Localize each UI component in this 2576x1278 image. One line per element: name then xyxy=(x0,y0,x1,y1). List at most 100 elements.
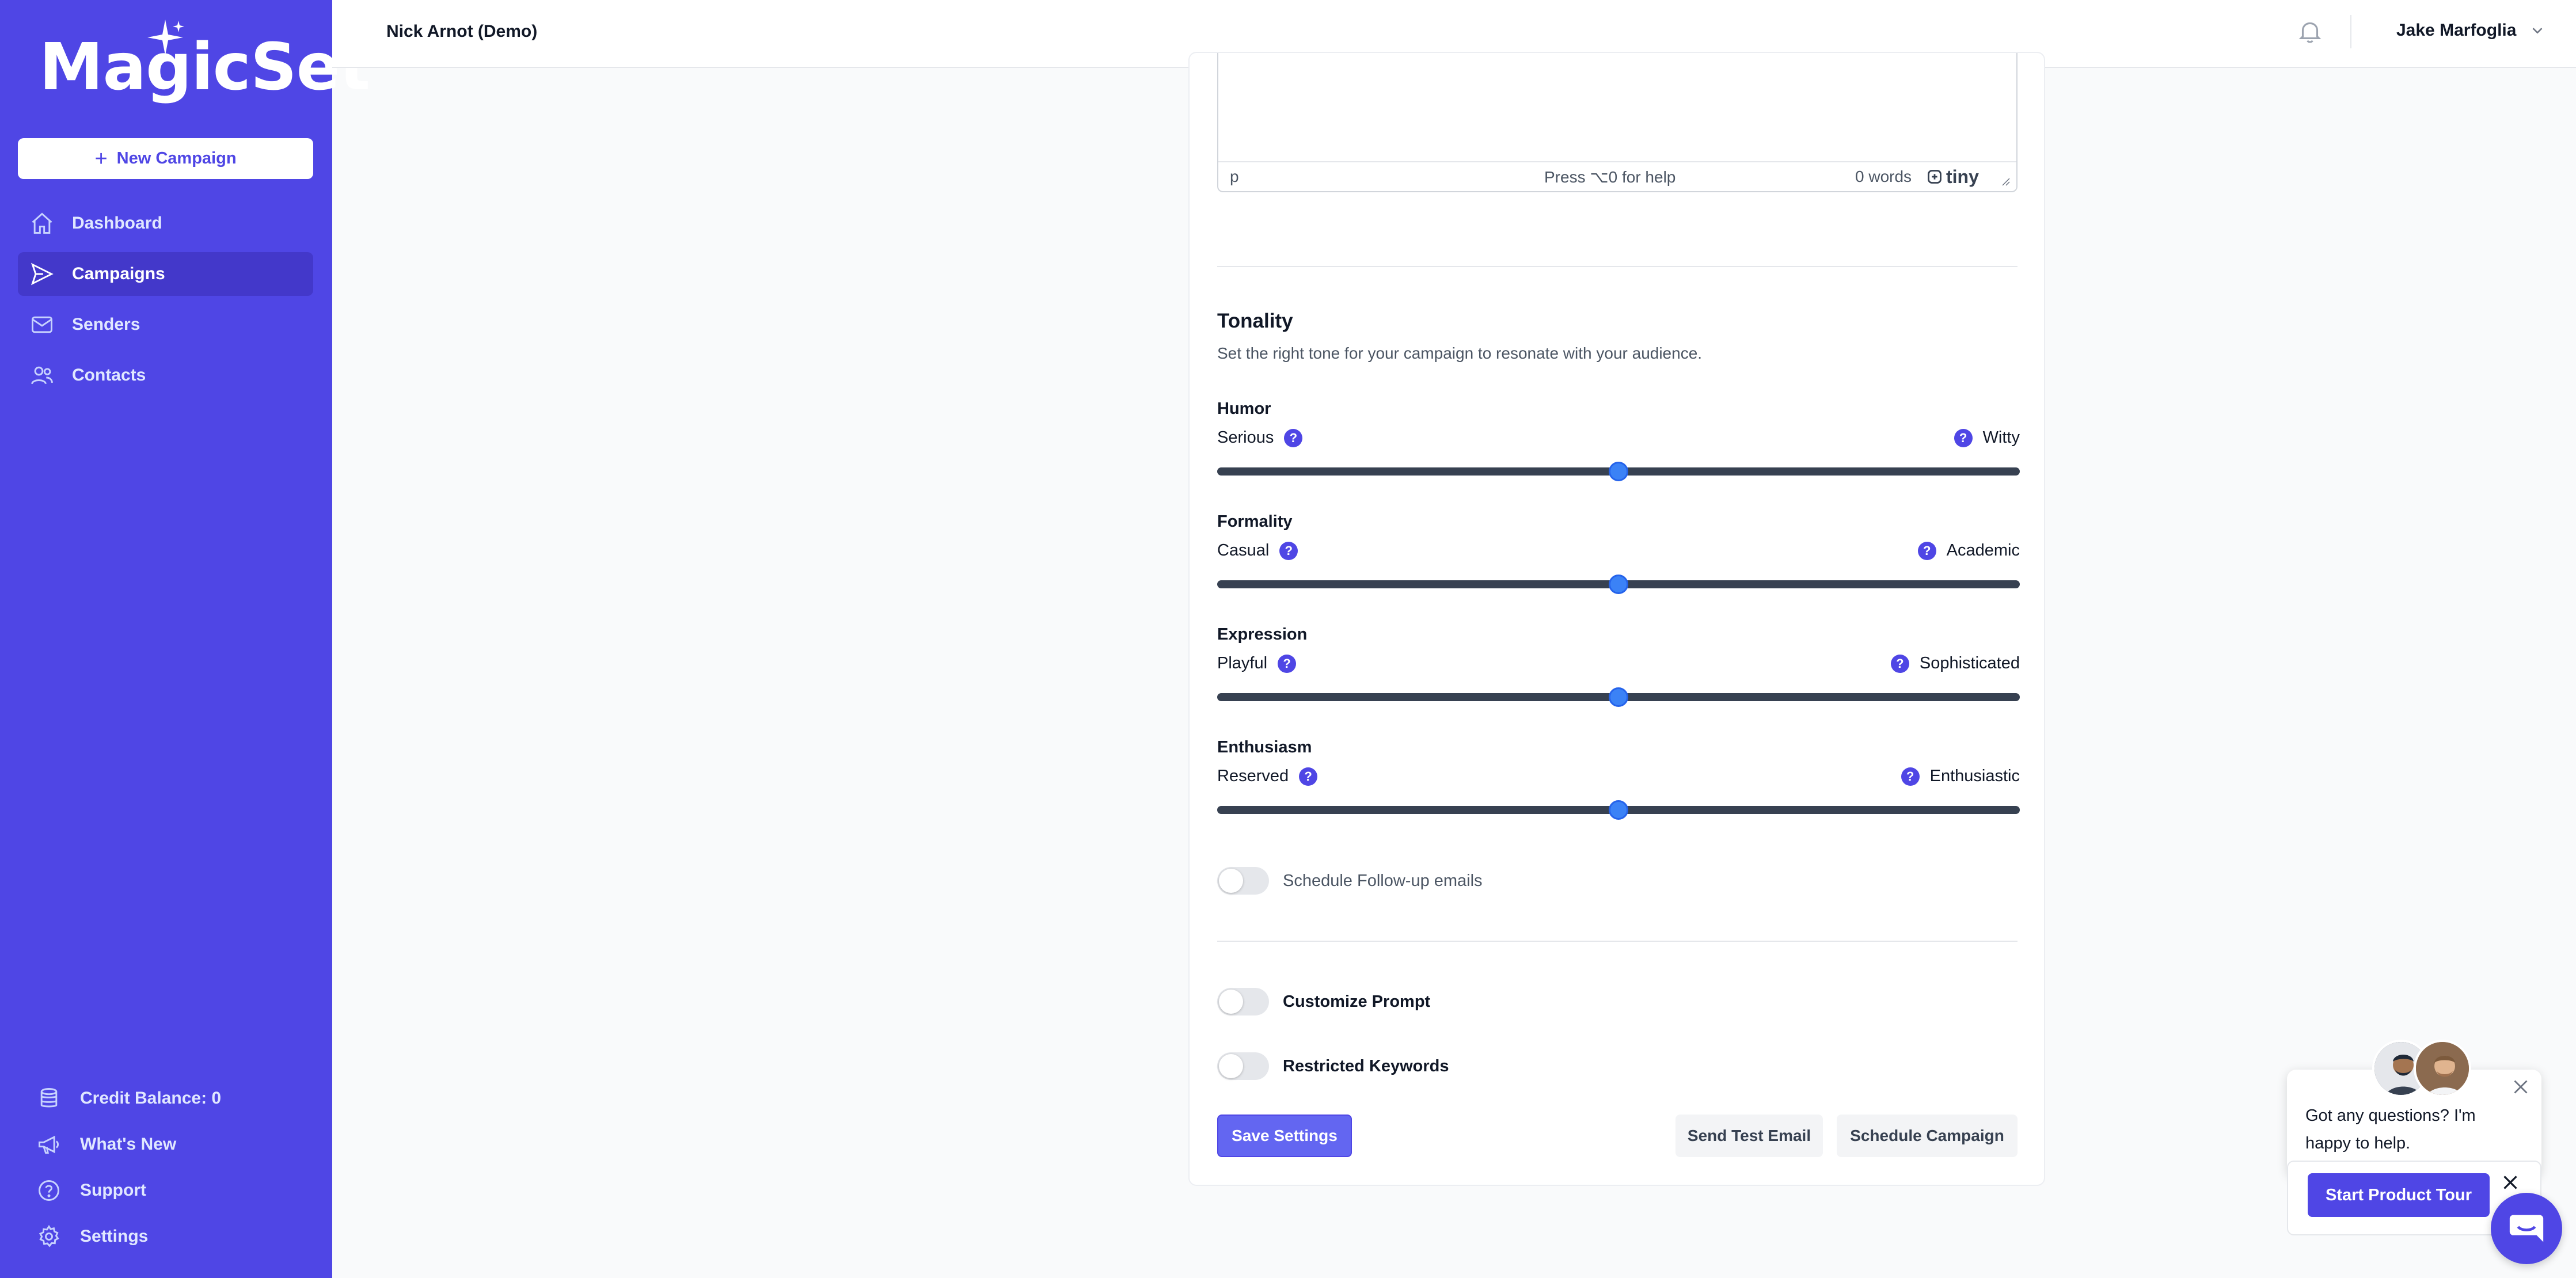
org-name: Nick Arnot (Demo) xyxy=(386,22,538,41)
credit-balance[interactable]: Credit Balance: 0 xyxy=(18,1075,313,1121)
left-label-text: Casual xyxy=(1217,541,1270,560)
sidebar-item-campaigns[interactable]: Campaigns xyxy=(18,252,313,296)
slider-left-label: Reserved ? xyxy=(1217,767,1318,786)
logo[interactable]: MagicSet xyxy=(39,17,370,105)
editor-word-count[interactable]: 0 words xyxy=(1855,168,1912,186)
customize-prompt-toggle-row: Customize Prompt xyxy=(1217,988,1430,1015)
customize-prompt-label: Customize Prompt xyxy=(1283,992,1431,1011)
help-icon[interactable]: ? xyxy=(1890,654,1909,673)
sidebar: MagicSet + New Campaign Dashboard Campai… xyxy=(0,0,370,1278)
settings-link[interactable]: Settings xyxy=(18,1214,313,1260)
humor-slider-group: Humor Serious ? ? Witty xyxy=(1217,400,2020,497)
credit-balance-label: Credit Balance: 0 xyxy=(80,1089,222,1108)
follow-up-label: Schedule Follow-up emails xyxy=(1283,871,1483,890)
megaphone-icon xyxy=(39,1135,59,1154)
help-icon[interactable]: ? xyxy=(1284,428,1303,447)
whats-new-link[interactable]: What's New xyxy=(18,1121,313,1167)
help-icon[interactable]: ? xyxy=(1279,541,1298,560)
slider-left-label: Playful ? xyxy=(1217,654,1297,673)
editor-element-path[interactable]: p xyxy=(1230,168,1239,186)
formality-slider-group: Formality Casual ? ? Academic xyxy=(1217,512,2020,610)
follow-up-toggle[interactable] xyxy=(1217,867,1269,895)
envelope-icon xyxy=(32,316,52,333)
expression-slider-group: Expression Playful ? ? Sophisticated xyxy=(1217,625,2020,723)
sidebar-item-label: Contacts xyxy=(72,366,146,385)
chat-message: Got any questions? I'm happy to help. xyxy=(2305,1106,2476,1153)
new-campaign-button[interactable]: + New Campaign xyxy=(18,138,313,179)
bell-icon[interactable] xyxy=(2296,17,2324,46)
save-settings-button[interactable]: Save Settings xyxy=(1217,1115,1352,1157)
paper-plane-icon xyxy=(31,263,54,286)
restricted-keywords-toggle-row: Restricted Keywords xyxy=(1217,1052,1449,1080)
right-label-text: Witty xyxy=(1982,428,2020,447)
tiny-logo[interactable]: tiny xyxy=(1927,166,1979,188)
sidebar-item-label: Campaigns xyxy=(72,264,165,283)
header-divider xyxy=(2350,15,2351,48)
formality-slider-thumb[interactable] xyxy=(1609,575,1628,594)
restricted-keywords-label: Restricted Keywords xyxy=(1283,1056,1449,1075)
editor-status-bar: p Press ⌥0 for help 0 words tiny xyxy=(1218,161,2016,191)
user-menu[interactable]: Jake Marfoglia xyxy=(2396,21,2546,40)
resize-handle-icon[interactable] xyxy=(2000,176,2011,187)
help-icon[interactable]: ? xyxy=(1954,428,1973,447)
main-nav: Dashboard Campaigns Senders Contacts xyxy=(18,201,313,404)
left-label-text: Serious xyxy=(1217,428,1274,447)
restricted-keywords-toggle[interactable] xyxy=(1217,1052,1269,1080)
slider-title: Humor xyxy=(1217,400,1271,418)
tiny-brand: tiny xyxy=(1946,166,1979,187)
schedule-campaign-button[interactable]: Schedule Campaign xyxy=(1837,1115,2018,1157)
home-icon xyxy=(32,212,52,234)
enthusiasm-slider-thumb[interactable] xyxy=(1609,800,1628,820)
section-divider xyxy=(1217,941,2018,942)
users-icon xyxy=(31,366,53,385)
sidebar-footer: Credit Balance: 0 What's New Support Set… xyxy=(18,1075,313,1260)
help-icon[interactable]: ? xyxy=(1917,541,1936,560)
help-icon[interactable]: ? xyxy=(1901,767,1920,786)
right-label-text: Sophisticated xyxy=(1919,654,2020,672)
sidebar-item-dashboard[interactable]: Dashboard xyxy=(18,201,313,245)
slider-title: Formality xyxy=(1217,512,1293,531)
question-circle-icon xyxy=(39,1180,59,1201)
chat-launcher-button[interactable] xyxy=(2491,1193,2562,1264)
customize-prompt-toggle[interactable] xyxy=(1217,988,1269,1015)
plus-icon: + xyxy=(94,146,108,171)
right-label-text: Academic xyxy=(1946,541,2020,560)
support-avatar xyxy=(2414,1040,2471,1097)
section-divider xyxy=(1217,266,2018,267)
slider-title: Enthusiasm xyxy=(1217,738,1312,756)
left-label-text: Reserved xyxy=(1217,767,1289,785)
slider-right-label: ? Academic xyxy=(1917,541,2020,560)
support-link[interactable]: Support xyxy=(18,1167,313,1214)
help-icon[interactable]: ? xyxy=(1299,767,1318,786)
database-icon xyxy=(40,1088,58,1108)
humor-slider-thumb[interactable] xyxy=(1609,462,1628,481)
sidebar-item-senders[interactable]: Senders xyxy=(18,303,313,347)
sidebar-item-contacts[interactable]: Contacts xyxy=(18,353,313,397)
follow-up-toggle-row: Schedule Follow-up emails xyxy=(1217,867,1483,895)
tonality-title: Tonality xyxy=(1217,310,1293,332)
slider-right-label: ? Witty xyxy=(1954,428,2020,447)
left-label-text: Playful xyxy=(1217,654,1268,672)
slider-left-label: Casual ? xyxy=(1217,541,1298,560)
support-label: Support xyxy=(80,1181,146,1200)
logo-text: MagicSet xyxy=(39,30,370,105)
rich-text-editor[interactable]: p Press ⌥0 for help 0 words tiny xyxy=(1217,53,2018,192)
expression-slider-thumb[interactable] xyxy=(1609,687,1628,707)
slider-title: Expression xyxy=(1217,625,1308,644)
tiny-icon xyxy=(1928,170,1942,184)
tonality-description: Set the right tone for your campaign to … xyxy=(1217,344,1703,362)
enthusiasm-slider-group: Enthusiasm Reserved ? ? Enthusiastic xyxy=(1217,738,2020,836)
slider-right-label: ? Enthusiastic xyxy=(1901,767,2020,786)
sidebar-item-label: Senders xyxy=(72,315,140,334)
start-product-tour-button[interactable]: Start Product Tour xyxy=(2308,1173,2490,1217)
help-icon[interactable]: ? xyxy=(1278,654,1297,673)
close-icon[interactable] xyxy=(2510,1077,2531,1097)
chevron-down-icon xyxy=(2533,28,2543,34)
close-icon[interactable] xyxy=(2500,1172,2521,1193)
new-campaign-label: New Campaign xyxy=(116,149,237,168)
slider-left-label: Serious ? xyxy=(1217,428,1303,447)
send-test-email-button[interactable]: Send Test Email xyxy=(1675,1115,1823,1157)
editor-help-hint: Press ⌥0 for help xyxy=(1544,168,1676,186)
whats-new-label: What's New xyxy=(80,1135,177,1154)
settings-label: Settings xyxy=(80,1227,149,1246)
